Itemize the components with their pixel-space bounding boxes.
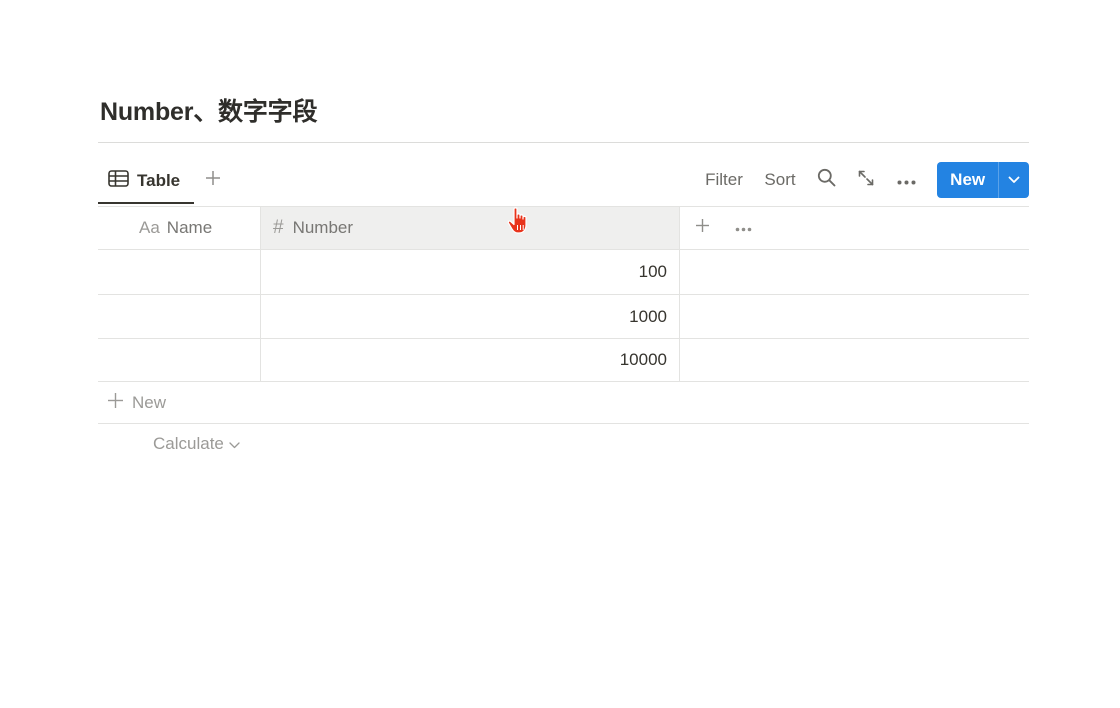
empty-cell bbox=[680, 338, 1029, 381]
add-row-button[interactable]: New bbox=[98, 382, 1029, 423]
add-property-button[interactable] bbox=[690, 216, 714, 240]
number-type-icon: # bbox=[273, 217, 284, 238]
property-options-button[interactable] bbox=[731, 216, 755, 240]
add-row-divider bbox=[98, 423, 1029, 424]
number-cell[interactable]: 10000 bbox=[261, 338, 679, 381]
column-header-name[interactable]: Aa Name bbox=[98, 207, 260, 249]
column-header-label: Name bbox=[166, 218, 213, 237]
name-cell[interactable] bbox=[98, 295, 260, 338]
plus-icon bbox=[695, 218, 710, 238]
sort-button[interactable]: Sort bbox=[761, 166, 799, 194]
view-bar: Table Filter Sort New bbox=[98, 160, 1029, 206]
tab-label: Table bbox=[137, 171, 181, 190]
more-options-button[interactable] bbox=[894, 166, 918, 194]
calculate-label: Calculate bbox=[153, 434, 224, 453]
expand-button[interactable] bbox=[854, 166, 878, 194]
column-header-label: Number bbox=[292, 218, 354, 237]
new-button-group: New bbox=[937, 162, 1029, 198]
new-options-button[interactable] bbox=[998, 162, 1029, 198]
chevron-down-icon bbox=[1008, 171, 1020, 189]
plus-icon bbox=[205, 170, 221, 191]
more-horizontal-icon bbox=[897, 170, 916, 190]
empty-cell bbox=[680, 250, 1029, 293]
title-divider bbox=[98, 142, 1029, 143]
add-view-button[interactable] bbox=[201, 168, 225, 192]
page: Number、数字字段 Table Filter Sort New Aa Nam… bbox=[0, 0, 1120, 708]
calculate-button[interactable]: Calculate bbox=[153, 432, 240, 456]
add-row-label: New bbox=[132, 392, 167, 412]
number-cell[interactable]: 100 bbox=[261, 250, 679, 293]
name-cell[interactable] bbox=[98, 250, 260, 293]
filter-button[interactable]: Filter bbox=[700, 166, 748, 194]
number-cell[interactable]: 1000 bbox=[261, 295, 679, 338]
name-cell[interactable] bbox=[98, 338, 260, 381]
empty-cell bbox=[680, 295, 1029, 338]
plus-icon bbox=[107, 392, 124, 414]
table-icon bbox=[108, 170, 129, 192]
new-button[interactable]: New bbox=[937, 162, 998, 198]
search-icon bbox=[817, 168, 836, 192]
hand-cursor-icon bbox=[506, 206, 534, 236]
text-type-icon: Aa bbox=[139, 218, 160, 237]
expand-icon bbox=[857, 169, 875, 192]
more-horizontal-icon bbox=[735, 219, 752, 237]
column-header-number[interactable]: # Number bbox=[261, 207, 679, 249]
chevron-down-icon bbox=[229, 434, 240, 454]
tab-table[interactable]: Table bbox=[98, 160, 194, 204]
search-button[interactable] bbox=[814, 166, 838, 194]
page-title[interactable]: Number、数字字段 bbox=[100, 92, 317, 128]
